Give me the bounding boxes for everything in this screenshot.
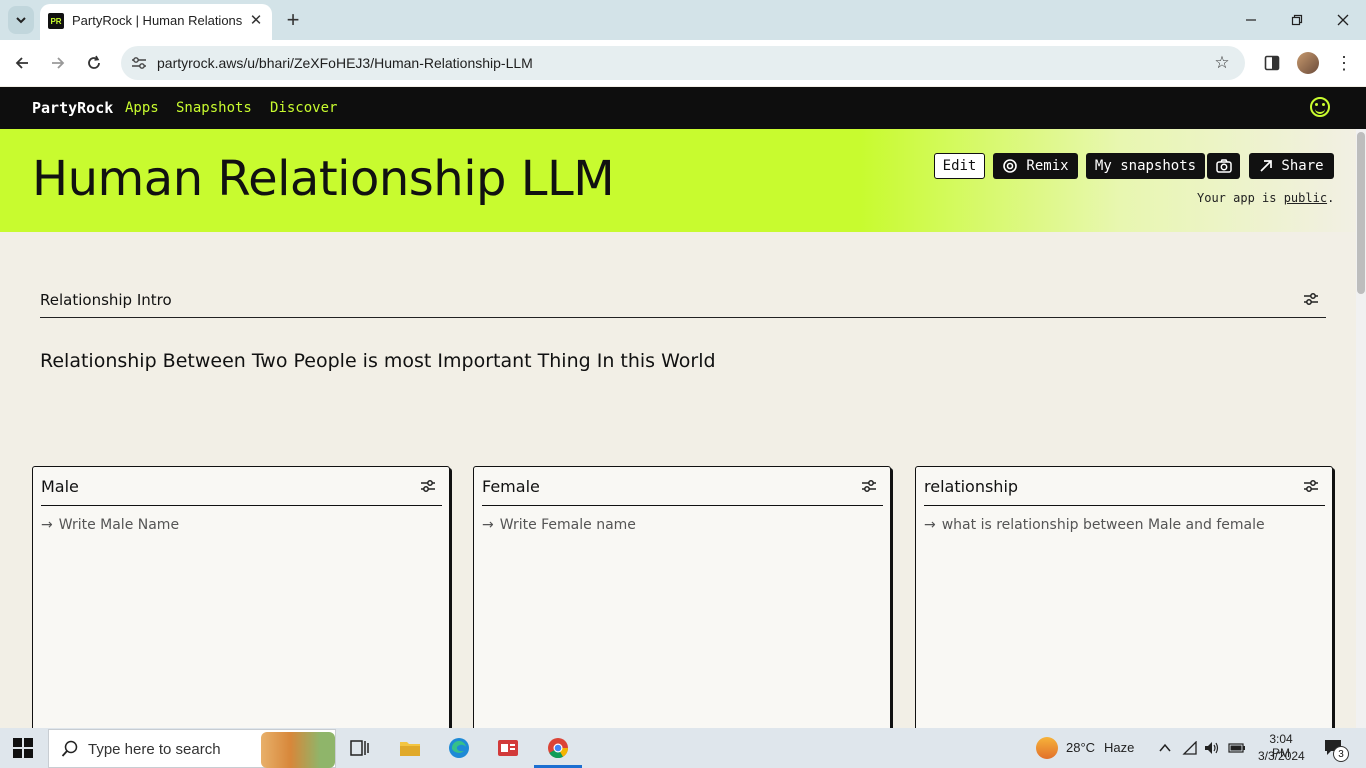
intro-widget-text: Relationship Between Two People is most … [40, 350, 716, 372]
female-input-widget: Female → Write Female name [473, 466, 891, 756]
partyrock-favicon-icon: PR [48, 13, 64, 29]
browser-tab[interactable]: PR PartyRock | Human Relationship ✕ [40, 4, 272, 40]
widget-header: relationship [924, 467, 1325, 506]
windows-start-icon[interactable] [12, 737, 34, 759]
remix-label: Remix [1026, 158, 1069, 174]
site-navbar: PartyRock Apps Snapshots Discover [0, 87, 1366, 129]
address-bar[interactable]: partyrock.aws/u/bhari/ZeXFoHEJ3/Human-Re… [121, 46, 1245, 80]
forward-arrow-icon [52, 57, 65, 69]
browser-toolbar: partyrock.aws/u/bhari/ZeXFoHEJ3/Human-Re… [0, 40, 1366, 86]
page-title: Human Relationship LLM [32, 151, 615, 207]
search-placeholder: Type here to search [88, 741, 221, 758]
forward-button[interactable] [45, 50, 71, 76]
weather-temperature[interactable]: 28°C [1066, 740, 1095, 755]
scrollbar-thumb[interactable] [1357, 132, 1365, 294]
network-icon[interactable] [1180, 738, 1200, 758]
close-window-button[interactable] [1328, 8, 1358, 32]
task-view-icon[interactable] [348, 736, 372, 760]
input-placeholder: Write Male Name [58, 517, 180, 533]
snapshot-camera-button[interactable] [1207, 153, 1240, 179]
remix-icon [1003, 159, 1018, 173]
close-tab-icon[interactable]: ✕ [246, 10, 266, 30]
share-button[interactable]: Share [1249, 153, 1334, 179]
female-name-input[interactable]: → Write Female name [482, 517, 636, 533]
back-arrow-icon [15, 57, 28, 69]
nav-link-discover[interactable]: Discover [270, 100, 337, 116]
nav-link-snapshots[interactable]: Snapshots [176, 100, 252, 116]
relationship-input[interactable]: → what is relationship between Male and f… [924, 517, 1265, 533]
file-explorer-icon[interactable] [398, 736, 422, 760]
intro-widget-title: Relationship Intro [40, 291, 172, 309]
windows-taskbar: Type here to search 28°C Haze 3:04 PM 3/… [0, 728, 1366, 768]
widget-title: relationship [924, 477, 1019, 496]
edit-button[interactable]: Edit [934, 153, 985, 179]
visibility-note: Your app is public. [1197, 191, 1334, 205]
search-icon [61, 740, 79, 758]
minimize-window-button[interactable] [1236, 8, 1266, 32]
visibility-prefix: Your app is [1197, 191, 1284, 205]
share-arrow-icon [1260, 160, 1273, 172]
tab-search-button[interactable] [8, 6, 34, 34]
relationship-input-widget: relationship → what is relationship betwe… [915, 466, 1333, 756]
browser-menu-icon[interactable]: ⋮ [1334, 50, 1354, 76]
volume-icon[interactable] [1202, 738, 1222, 758]
settings-sliders-icon[interactable] [419, 477, 439, 497]
input-placeholder: Write Female name [499, 517, 636, 533]
clock-date[interactable]: 3/3/2024 [1258, 749, 1305, 763]
tab-title: PartyRock | Human Relationship [72, 13, 242, 28]
widget-title: Male [41, 477, 79, 496]
reload-icon [88, 55, 100, 69]
reload-button[interactable] [81, 50, 107, 76]
weather-condition[interactable]: Haze [1104, 740, 1134, 755]
profile-avatar[interactable] [1297, 52, 1319, 74]
camera-icon [1215, 159, 1232, 173]
side-panel-button[interactable] [1261, 50, 1283, 76]
side-panel-icon [1264, 55, 1280, 71]
bookmark-star-icon[interactable]: ☆ [1211, 52, 1233, 74]
weather-haze-icon[interactable] [1036, 737, 1058, 759]
url-text: partyrock.aws/u/bhari/ZeXFoHEJ3/Human-Re… [157, 55, 533, 71]
taskbar-search-box[interactable]: Type here to search [48, 729, 336, 768]
close-icon [1337, 14, 1349, 26]
my-snapshots-button[interactable]: My snapshots [1086, 153, 1205, 179]
arrow-right-icon: → [482, 517, 494, 533]
male-name-input[interactable]: → Write Male Name [41, 517, 179, 533]
restore-icon [1291, 14, 1303, 26]
settings-sliders-icon[interactable] [1302, 477, 1322, 497]
input-placeholder: what is relationship between Male and fe… [941, 517, 1265, 533]
battery-icon[interactable] [1227, 738, 1247, 758]
news-app-icon[interactable] [496, 736, 520, 760]
chrome-browser-icon[interactable] [546, 736, 570, 760]
visibility-suffix: . [1327, 191, 1335, 205]
settings-sliders-icon[interactable] [860, 477, 880, 497]
new-tab-button[interactable]: + [282, 7, 304, 32]
settings-sliders-icon[interactable] [1302, 290, 1322, 310]
back-button[interactable] [9, 50, 35, 76]
restore-window-button[interactable] [1282, 8, 1312, 32]
arrow-right-icon: → [924, 517, 936, 533]
nav-link-apps[interactable]: Apps [125, 100, 159, 116]
arrow-right-icon: → [41, 517, 53, 533]
male-input-widget: Male → Write Male Name [32, 466, 450, 756]
show-hidden-icons-chevron-up-icon[interactable] [1155, 738, 1175, 758]
share-label: Share [1281, 158, 1324, 174]
notification-count-badge: 3 [1333, 746, 1349, 762]
partyrock-logo[interactable]: PartyRock [32, 99, 113, 117]
remix-button[interactable]: Remix [993, 153, 1078, 179]
widget-header: Female [482, 467, 883, 506]
chevron-down-icon [16, 17, 26, 24]
intro-widget-header: Relationship Intro [40, 289, 1326, 318]
minimize-icon [1246, 19, 1256, 21]
public-link[interactable]: public [1284, 191, 1327, 205]
widget-header: Male [41, 467, 442, 506]
user-smiley-icon[interactable] [1310, 97, 1330, 117]
widget-title: Female [482, 477, 540, 496]
edge-browser-icon[interactable] [447, 736, 471, 760]
search-highlight-image [261, 732, 335, 768]
browser-tab-strip: PR PartyRock | Human Relationship ✕ + [0, 0, 1366, 40]
app-header: Human Relationship LLM Edit Remix My sna… [0, 129, 1366, 232]
site-info-icon[interactable] [129, 53, 149, 73]
